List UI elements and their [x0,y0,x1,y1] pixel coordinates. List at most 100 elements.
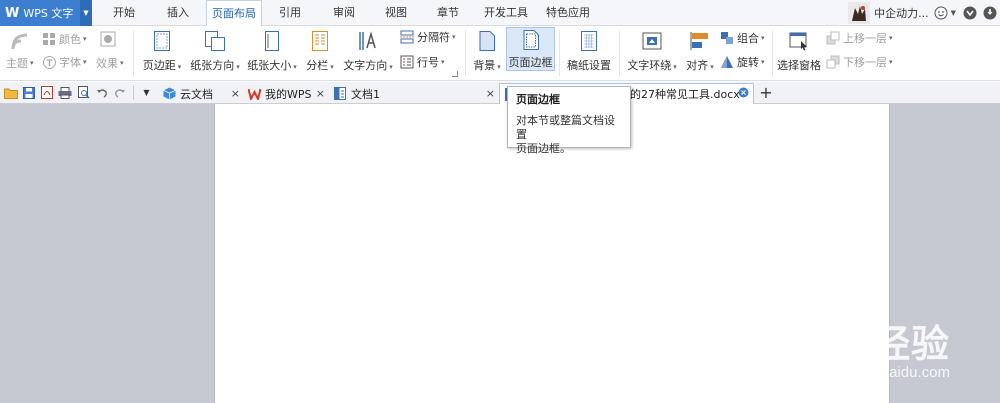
tab-home[interactable]: 开始 [102,0,146,26]
breaks-icon [400,30,414,44]
title-bar: W WPS 文字 ▼ 开始 插入 页面布局 引用 审阅 视图 章节 开发工具 特… [0,0,1000,27]
app-menu-button[interactable]: W WPS 文字 ▼ [0,0,92,26]
line-numbers-dropdown-icon: ▾ [441,58,445,66]
redo-icon[interactable] [112,85,127,100]
skin-icon[interactable] [963,6,977,20]
background-icon [475,28,499,54]
font-label: 字体 [59,56,81,69]
selection-pane-button[interactable]: 选择窗格 [775,28,823,73]
open-folder-icon[interactable] [3,85,18,100]
line-numbers-label: 行号 [417,56,439,69]
send-backward-dropdown-icon: ▾ [889,58,893,66]
columns-dropdown-icon: ▾ [330,63,334,71]
tab-page-layout[interactable]: 页面布局 [206,0,262,27]
print-preview-icon[interactable] [76,85,91,100]
doc-tab-label: 的27种常见工具.docx [630,88,740,101]
paper-size-button[interactable]: 纸张大小 ▾ [244,28,300,73]
color-label: 颜色 [59,33,81,46]
group-button[interactable]: 组合 ▾ [720,30,765,46]
close-icon[interactable]: × [316,87,325,100]
doc-tab-label: 文档1 [351,87,380,101]
columns-button[interactable]: 分栏 ▾ [302,28,338,73]
smiley-icon[interactable] [934,6,948,20]
text-direction-button[interactable]: 文字方向 ▾ [340,28,396,73]
tab-chapter[interactable]: 章节 [426,0,470,26]
columns-icon [308,28,332,54]
ribbon-separator [559,30,560,76]
user-avatar[interactable] [848,2,871,24]
close-icon[interactable]: × [231,87,240,100]
theme-label-button[interactable]: 主题 ▾ [6,55,34,71]
tooltip-line-2: 页面边框。 [516,142,571,155]
line-numbers-icon [400,55,414,69]
undo-icon[interactable] [94,85,109,100]
color-dropdown-icon: ▾ [83,35,87,43]
bring-forward-icon [826,31,840,45]
user-name[interactable]: 中企动力... [874,5,929,21]
tab-review[interactable]: 审阅 [322,0,366,26]
orientation-button[interactable]: 纸张方向 ▾ [188,28,242,73]
print-icon[interactable] [57,85,72,100]
document-tab-bar: ▼ 云文档 × 我的WPS × 文档1 × 的27种常见工具.docx + [0,82,1000,104]
theme-button[interactable] [10,30,32,52]
tab-bar-separator [133,86,134,100]
breaks-button[interactable]: 分隔符 ▾ [400,29,456,45]
export-pdf-icon[interactable] [39,85,54,100]
tab-view[interactable]: 视图 [374,0,418,26]
tab-references[interactable]: 引用 [268,0,312,26]
rotate-dropdown-icon: ▾ [761,58,765,66]
text-wrap-dropdown-icon: ▾ [673,63,677,71]
page-setup-dialog-launcher[interactable] [452,71,458,77]
line-numbers-button[interactable]: 行号 ▾ [400,54,445,70]
doc-tab-my-wps[interactable]: 我的WPS × [243,83,329,104]
text-wrap-button[interactable]: 文字环绕 ▾ [624,28,680,73]
page-border-button[interactable]: 页面边框 [506,27,555,71]
document-icon [333,87,347,101]
save-icon[interactable] [21,85,36,100]
document-workspace: Baidu 经验 jingyan.baidu.com [0,104,1000,403]
bring-forward-label: 上移一层 [843,32,887,45]
tab-developer[interactable]: 开发工具 [478,0,534,26]
doc-tab-document1[interactable]: 文档1 × [329,83,499,104]
page-border-label: 页面边框 [508,56,553,69]
doc-tab-cloud[interactable]: 云文档 × [158,83,244,104]
effect-button[interactable]: 效果 ▾ [96,55,124,71]
help-icon[interactable] [983,6,997,20]
align-button[interactable]: 对齐 ▾ [682,28,718,73]
send-backward-icon [826,55,840,69]
close-icon[interactable] [738,87,749,101]
color-grid-icon [42,32,56,46]
new-tab-button[interactable]: + [757,83,775,103]
effect-icon-button[interactable] [100,31,116,47]
paper-size-icon [260,28,284,54]
paper-size-label: 纸张大小 [247,59,292,72]
app-menu-arrow-icon[interactable]: ▼ [80,0,92,26]
bring-forward-button[interactable]: 上移一层 ▾ [826,30,893,46]
baidu-jingyan-watermark: Baidu 经验 jingyan.baidu.com [750,313,950,381]
text-direction-icon [356,28,380,54]
align-dropdown-icon: ▾ [710,63,714,71]
tab-list-dropdown-icon[interactable]: ▼ [139,85,154,100]
effect-dropdown-icon: ▾ [120,59,124,67]
tab-special-apps[interactable]: 特色应用 [540,0,596,26]
font-button[interactable]: 字体 ▾ [42,54,87,70]
color-button[interactable]: 颜色 ▾ [42,31,87,47]
watermark-main: Baidu 经验 [749,324,950,366]
user-dropdown-icon[interactable]: ▼ [951,9,956,17]
margins-button[interactable]: 页边距 ▾ [138,28,186,73]
manuscript-settings-button[interactable]: 稿纸设置 [564,28,614,73]
send-backward-label: 下移一层 [843,56,887,69]
send-backward-button[interactable]: 下移一层 ▾ [826,54,893,70]
align-icon [688,28,712,54]
breaks-label: 分隔符 [417,31,450,44]
background-button[interactable]: 背景 ▾ [470,28,504,73]
background-dropdown-icon: ▾ [497,63,501,71]
tab-insert[interactable]: 插入 [156,0,200,26]
rotate-label: 旋转 [737,56,759,69]
paper-size-dropdown-icon: ▾ [293,63,297,71]
margins-label: 页边距 [142,59,176,72]
rotate-button[interactable]: 旋转 ▾ [720,54,765,70]
orientation-label: 纸张方向 [190,59,235,72]
close-icon[interactable]: × [486,87,495,100]
tooltip-line-1: 对本节或整篇文档设置 [516,114,615,141]
